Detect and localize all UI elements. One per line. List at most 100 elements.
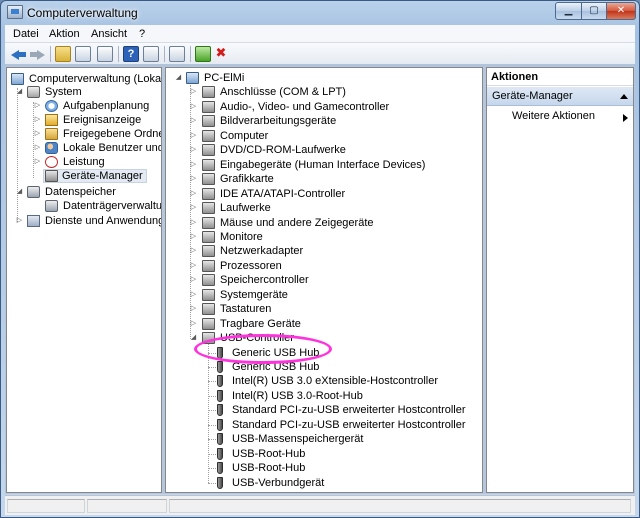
expand-icon[interactable]: ▷ — [189, 114, 198, 128]
display-adapter-icon — [202, 173, 215, 186]
toolbar: ? ✖ — [5, 43, 635, 65]
collapse-icon[interactable]: ◢ — [15, 185, 24, 199]
more-actions-link[interactable]: Weitere Aktionen — [512, 110, 595, 122]
highlight-ellipse — [194, 334, 332, 364]
tree-item-geraete-manager[interactable]: Geräte-Manager — [43, 169, 147, 183]
device-category-label: Mäuse und andere Zeigegeräte — [220, 216, 374, 229]
expand-icon[interactable]: ▷ — [189, 129, 198, 143]
expand-icon[interactable]: ▷ — [189, 85, 198, 99]
actions-section-label: Geräte-Manager — [492, 90, 573, 102]
usb-device-label: USB-Massenspeichergerät — [232, 433, 364, 446]
expand-icon[interactable]: ▷ — [189, 100, 198, 114]
computer-icon — [11, 73, 24, 85]
update-driver-icon[interactable] — [195, 46, 211, 62]
folder-up-icon[interactable] — [55, 46, 71, 62]
expand-icon[interactable]: ▷ — [33, 127, 42, 141]
expand-icon[interactable]: ▷ — [189, 230, 198, 244]
device-category-label: Computer — [220, 129, 269, 142]
menu-datei[interactable]: Datei — [13, 28, 39, 40]
usb-device-icon — [217, 389, 223, 402]
storage-icon — [27, 186, 40, 198]
usb-device-icon — [217, 462, 223, 475]
tree-line — [208, 439, 216, 441]
tree-item-label: Datenspeicher — [45, 186, 116, 198]
event-viewer-icon — [45, 114, 58, 126]
disk-management-icon — [45, 200, 58, 212]
device-category-label: Prozessoren — [220, 259, 282, 272]
system-device-icon — [202, 288, 215, 301]
back-arrow-icon[interactable] — [11, 46, 27, 62]
collapse-icon[interactable]: ◢ — [174, 71, 183, 85]
performance-icon — [45, 156, 58, 168]
expand-icon[interactable]: ▷ — [189, 187, 198, 201]
menu-ansicht[interactable]: Ansicht — [91, 28, 127, 40]
usb-device-label: Intel(R) USB 3.0-Root-Hub — [232, 389, 363, 402]
expand-icon[interactable]: ▷ — [33, 113, 42, 127]
usb-device-icon — [217, 361, 223, 373]
menu-help[interactable]: ? — [139, 28, 145, 40]
expand-icon[interactable]: ▷ — [189, 288, 198, 302]
tree-line — [208, 381, 216, 383]
close-button[interactable]: ✕ — [606, 2, 636, 20]
usb-device-icon — [217, 404, 223, 417]
tree-item-label: Freigegebene Ordner — [63, 128, 162, 140]
maximize-button[interactable]: ▢ — [581, 2, 607, 20]
expand-icon[interactable]: ▷ — [33, 99, 42, 113]
monitor-icon — [202, 230, 215, 243]
expand-icon[interactable]: ▷ — [189, 172, 198, 186]
usb-device-label: USB-Root-Hub — [232, 447, 306, 460]
expand-icon[interactable]: ▷ — [189, 201, 198, 215]
tree-item-label: Ereignisanzeige — [63, 114, 142, 126]
expand-icon[interactable]: ▷ — [189, 317, 198, 331]
collapse-up-icon[interactable] — [620, 94, 628, 99]
collapse-icon[interactable]: ◢ — [189, 331, 198, 345]
device-category-label: DVD/CD-ROM-Laufwerke — [220, 144, 346, 157]
console-tree-icon[interactable] — [75, 46, 91, 62]
processor-icon — [202, 259, 215, 272]
toolbar-separator — [50, 46, 51, 62]
usb-device-icon — [217, 418, 223, 431]
forward-arrow-icon[interactable] — [29, 46, 45, 62]
device-category-label: Tastaturen — [220, 303, 272, 316]
expand-icon[interactable]: ▷ — [189, 259, 198, 273]
device-category-label: Netzwerkadapter — [220, 245, 304, 258]
network-adapter-icon — [202, 245, 215, 258]
title-bar[interactable]: Computerverwaltung ▁ ▢ ✕ — [1, 1, 639, 25]
tree-line — [208, 453, 216, 455]
device-category-label: Bildverarbeitungsgeräte — [220, 115, 337, 128]
expand-icon[interactable]: ▷ — [189, 143, 198, 157]
uninstall-icon[interactable]: ✖ — [213, 46, 229, 62]
collapse-icon[interactable]: ◢ — [15, 85, 24, 99]
tree-line — [208, 468, 216, 470]
device-category-label: Eingabegeräte (Human Interface Devices) — [220, 158, 426, 171]
portable-device-icon — [202, 317, 215, 330]
expand-icon[interactable]: ▷ — [15, 214, 24, 228]
expand-icon[interactable]: ▷ — [33, 155, 42, 169]
expand-icon[interactable]: ▷ — [189, 244, 198, 258]
view-icon[interactable] — [143, 46, 159, 62]
minimize-button[interactable]: ▁ — [555, 2, 582, 20]
expand-icon[interactable]: ▷ — [189, 216, 198, 230]
tree-item-label: Datenträgerverwaltung — [63, 200, 162, 212]
properties-icon[interactable] — [97, 46, 113, 62]
device-category-label: Tragbare Geräte — [220, 317, 301, 330]
usb-device-label: Intel(R) USB 3.0 eXtensible-Hostcontroll… — [232, 375, 439, 388]
storage-controller-icon — [202, 274, 215, 287]
content-area: Computerverwaltung (Lokal) ◢ System ▷ Au… — [5, 66, 635, 494]
users-icon — [45, 142, 58, 154]
expand-icon[interactable]: ▷ — [189, 302, 198, 316]
expand-icon[interactable]: ▷ — [189, 273, 198, 287]
device-tree-root-label: PC-ElMi — [204, 72, 245, 84]
tree-line — [208, 395, 216, 397]
actions-section-geraete-manager[interactable]: Geräte-Manager — [487, 87, 633, 106]
app-icon — [7, 5, 23, 19]
audio-icon — [202, 100, 215, 113]
scan-hardware-icon[interactable] — [169, 46, 185, 62]
expand-icon[interactable]: ▷ — [189, 158, 198, 172]
usb-device-label: USB-Root-Hub — [232, 462, 306, 475]
menu-aktion[interactable]: Aktion — [49, 28, 80, 40]
expand-icon[interactable]: ▷ — [33, 141, 42, 155]
device-category-label: Speichercontroller — [220, 274, 309, 287]
help-icon[interactable]: ? — [123, 46, 139, 62]
tree-line — [208, 482, 216, 484]
